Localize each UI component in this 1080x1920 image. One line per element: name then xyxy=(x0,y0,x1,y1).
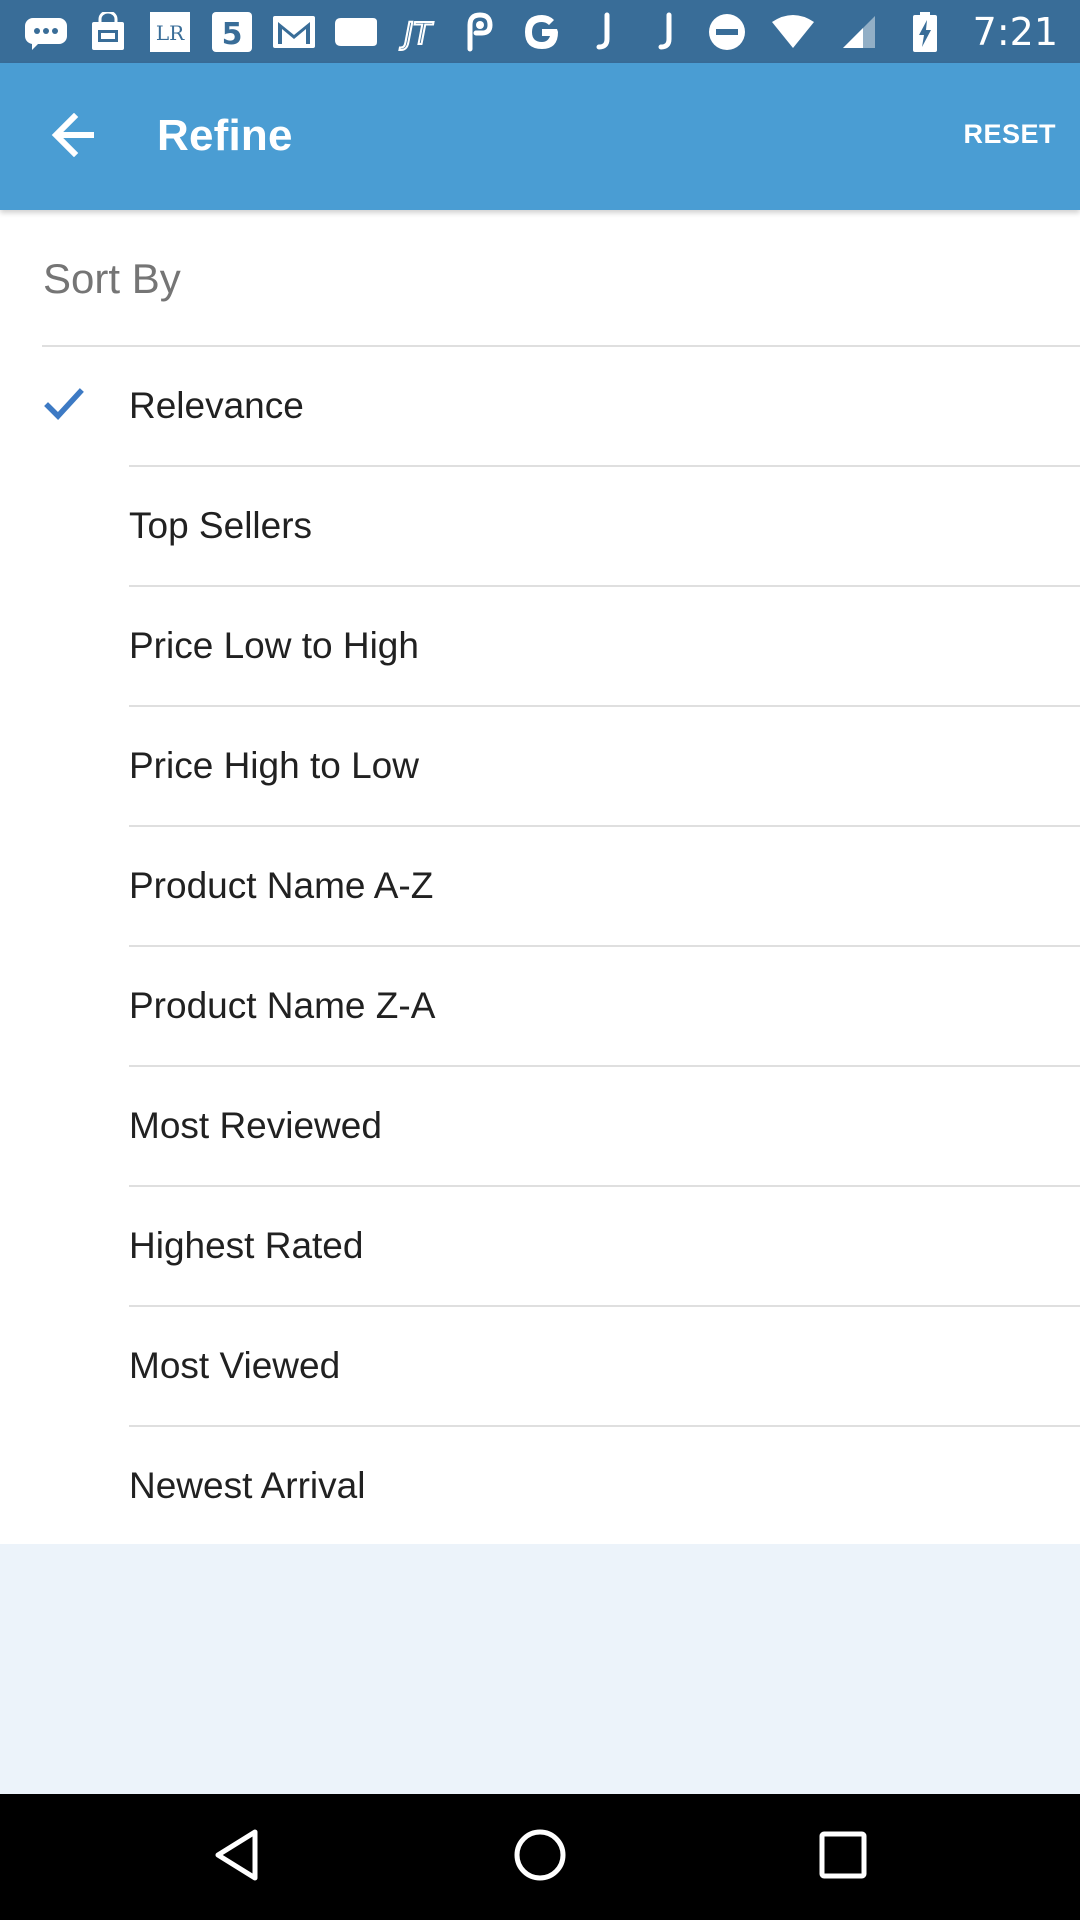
nav-back-button[interactable] xyxy=(204,1824,270,1890)
jt-app-icon: JT xyxy=(394,8,442,56)
cell-signal-icon xyxy=(835,8,883,56)
do-not-disturb-icon xyxy=(703,8,751,56)
wifi-icon xyxy=(769,8,817,56)
status-bar: LR 5 JT 7:21 xyxy=(0,0,1080,63)
sort-option-label: Most Viewed xyxy=(129,1345,341,1386)
sort-option-label: Top Sellers xyxy=(129,505,313,546)
lr-app-icon: LR xyxy=(146,8,194,56)
sort-option-newest-arrival[interactable]: Newest Arrival xyxy=(0,1427,1080,1547)
google-icon xyxy=(518,8,566,56)
sort-option-label: Relevance xyxy=(129,385,304,426)
sort-by-heading: Sort By xyxy=(43,255,181,302)
j-app-icon-2 xyxy=(642,8,690,56)
back-triangle-icon xyxy=(213,1828,261,1887)
recents-square-icon xyxy=(818,1830,868,1885)
sort-option-price-high-low[interactable]: Price High to Low xyxy=(0,707,1080,827)
j-app-icon xyxy=(580,8,628,56)
system-status-icons: 7:21 xyxy=(703,8,1058,56)
system-nav-bar xyxy=(0,1794,1080,1920)
sort-panel: Sort By Relevance Top Sellers Price Low … xyxy=(0,210,1080,1544)
arrow-back-icon xyxy=(50,112,98,162)
link-app-icon xyxy=(456,8,504,56)
page-title: Refine xyxy=(157,111,293,160)
sort-option-label: Highest Rated xyxy=(129,1225,364,1266)
sort-option-highest-rated[interactable]: Highest Rated xyxy=(0,1187,1080,1307)
battery-charging-icon xyxy=(901,8,949,56)
nav-recents-button[interactable] xyxy=(810,1824,876,1890)
sort-option-label: Most Reviewed xyxy=(129,1105,382,1146)
sort-option-label: Price High to Low xyxy=(129,745,419,786)
checkmark-icon xyxy=(44,387,84,423)
sort-option-label: Product Name A-Z xyxy=(129,865,434,906)
gmail-icon xyxy=(270,8,318,56)
sort-option-price-low-high[interactable]: Price Low to High xyxy=(0,587,1080,707)
reset-button[interactable]: RESET xyxy=(961,115,1058,154)
home-circle-icon xyxy=(512,1827,568,1888)
sort-option-label: Price Low to High xyxy=(129,625,419,666)
app-bar: Refine RESET xyxy=(0,63,1080,210)
notification-icons: LR 5 JT xyxy=(22,8,690,56)
svg-text:5: 5 xyxy=(222,17,243,52)
sort-option-label: Product Name Z-A xyxy=(129,985,436,1026)
sort-option-relevance[interactable]: Relevance xyxy=(0,347,1080,467)
lr-app-label: LR xyxy=(156,21,185,45)
sort-option-name-a-z[interactable]: Product Name A-Z xyxy=(0,827,1080,947)
sort-option-most-reviewed[interactable]: Most Reviewed xyxy=(0,1067,1080,1187)
sort-options-list: Relevance Top Sellers Price Low to High … xyxy=(0,347,1080,1547)
sort-option-name-z-a[interactable]: Product Name Z-A xyxy=(0,947,1080,1067)
status-time: 7:21 xyxy=(972,9,1058,54)
sort-option-most-viewed[interactable]: Most Viewed xyxy=(0,1307,1080,1427)
sort-option-label: Newest Arrival xyxy=(129,1465,366,1506)
back-button[interactable] xyxy=(34,103,114,171)
sort-option-top-sellers[interactable]: Top Sellers xyxy=(0,467,1080,587)
jt-app-label: JT xyxy=(399,17,434,52)
shopping-bag-icon xyxy=(84,8,132,56)
nav-home-button[interactable] xyxy=(507,1824,573,1890)
tag-icon xyxy=(332,8,380,56)
messages-icon xyxy=(22,8,70,56)
html5-icon: 5 xyxy=(208,8,256,56)
